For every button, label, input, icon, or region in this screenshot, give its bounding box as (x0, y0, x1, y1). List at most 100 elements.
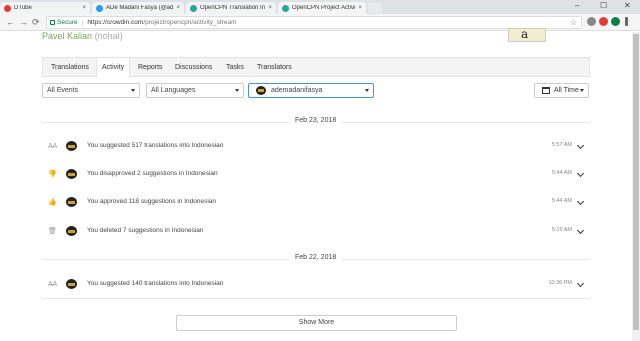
thumbs-down-icon: 👎 (48, 171, 57, 178)
extension-icon[interactable] (587, 17, 596, 26)
translate-icon: A̶A (48, 281, 58, 288)
secure-label: Secure (57, 19, 78, 26)
minimize-icon[interactable]: – (575, 1, 579, 10)
browser-tab-twitter[interactable]: ADe Madani Fasya (@ad... × (92, 2, 184, 14)
events-filter-value: All Events (47, 87, 79, 94)
user-avatar-icon (66, 169, 77, 179)
profile-name: Pavel Kalian (nohal) (42, 31, 123, 41)
new-tab-button[interactable] (368, 3, 382, 13)
chevron-down-icon[interactable] (576, 197, 585, 206)
languages-filter-select[interactable]: All Languages (146, 83, 244, 98)
activity-text: You suggested 517 translations into Indo… (87, 142, 224, 149)
url-host: https://crowdin.com (87, 19, 144, 26)
page-scrollbar[interactable] (632, 32, 640, 341)
extension-icon[interactable] (599, 17, 608, 26)
user-avatar-icon (66, 226, 77, 236)
row-divider (42, 298, 590, 299)
activity-text: You approved 118 suggestions in Indonesi… (87, 198, 217, 205)
activity-time: 5:44 AM (551, 170, 572, 176)
project-nav-tabs: Translations Activity Reports Discussion… (42, 57, 590, 77)
activity-text: You deleted 7 suggestions in Indonesian (87, 227, 204, 234)
close-window-icon[interactable]: ✕ (624, 1, 631, 10)
bookmark-star-icon[interactable]: ☆ (570, 18, 577, 27)
browser-tab-opencpn-activity[interactable]: OpenCPN Project Activit × (278, 2, 366, 14)
forward-icon[interactable]: → (19, 17, 28, 27)
tab-discussions[interactable]: Discussions (170, 58, 217, 77)
dtube-favicon-icon (4, 4, 11, 12)
events-filter-select[interactable]: All Events (42, 83, 140, 98)
chevron-down-icon[interactable] (576, 169, 585, 178)
browser-tab-strip: DTube × ADe Madani Fasya (@ad... × OpenC… (0, 0, 640, 14)
tab-translations[interactable]: Translations (46, 58, 94, 77)
browser-tab-dtube[interactable]: DTube × (0, 2, 90, 14)
calendar-icon (542, 87, 550, 94)
chevron-down-icon (131, 89, 135, 92)
chevron-down-icon (580, 89, 584, 92)
back-icon[interactable]: ← (6, 17, 15, 27)
browser-tab-label: ADe Madani Fasya (@ad... (106, 5, 174, 11)
activity-text: You suggested 140 translations into Indo… (87, 280, 224, 287)
extension-icon[interactable] (611, 17, 620, 26)
chevron-down-icon (365, 89, 369, 92)
url-path: /project/opencpn/activity_stream (143, 19, 237, 26)
browser-tab-label: DTube (14, 5, 32, 11)
activity-row: 👎 You disapproved 2 suggestions in Indon… (42, 168, 590, 182)
activity-time: 10:36 PM (548, 280, 572, 286)
time-filter-button[interactable]: All Time (534, 83, 589, 98)
activity-row: 🗑 You deleted 7 suggestions in Indonesia… (42, 225, 590, 239)
trash-icon: 🗑 (48, 228, 57, 235)
chevron-down-icon[interactable] (576, 226, 585, 235)
languages-filter-value: All Languages (151, 87, 196, 94)
twitter-favicon-icon (96, 4, 103, 12)
activity-time: 5:57 AM (551, 142, 572, 148)
lock-icon (50, 20, 55, 25)
browser-tab-label: OpenCPN Project Activit (292, 5, 356, 11)
date-separator: Feb 22, 2018 (42, 254, 590, 264)
tab-activity[interactable]: Activity (96, 58, 131, 77)
activity-time: 5:15 AM (551, 227, 572, 233)
activity-row: A̶A You suggested 140 translations into … (42, 278, 590, 292)
reload-icon[interactable]: ⟳ (32, 17, 40, 28)
close-tab-icon[interactable]: × (176, 5, 180, 11)
address-bar[interactable]: Secure | https://crowdin.com /project/op… (46, 16, 582, 29)
thumbs-up-icon: 👍 (48, 199, 57, 206)
chevron-down-icon[interactable] (576, 141, 585, 150)
date-label: Feb 22, 2018 (289, 254, 343, 261)
time-filter-value: All Time (554, 87, 579, 94)
crowdin-favicon-icon (282, 4, 289, 12)
user-avatar-icon (66, 197, 77, 207)
tab-reports[interactable]: Reports (133, 58, 168, 77)
translate-icon: A̶A (48, 143, 58, 150)
date-label: Feb 23, 2018 (289, 117, 343, 124)
close-tab-icon[interactable]: × (268, 5, 272, 11)
profile-handle: (nohal) (94, 31, 123, 41)
user-filter-select[interactable]: ademadanifasya (248, 83, 374, 98)
chevron-down-icon[interactable] (576, 279, 585, 288)
menu-icon[interactable] (625, 17, 628, 26)
browser-tab-label: OpenCPN Translation Inc (200, 5, 266, 11)
date-separator: Feb 23, 2018 (42, 117, 590, 127)
chevron-down-icon (235, 89, 239, 92)
page-content: Pavel Kalian (nohal) a Translations Acti… (0, 27, 640, 341)
activity-text: You disapproved 2 suggestions in Indones… (87, 170, 218, 177)
user-avatar-icon (66, 141, 77, 151)
scrollbar-thumb[interactable] (633, 34, 639, 330)
tab-tasks[interactable]: Tasks (221, 58, 249, 77)
close-tab-icon[interactable]: × (358, 5, 362, 11)
activity-row: A̶A You suggested 517 translations into … (42, 140, 590, 154)
url-separator: | (81, 19, 84, 26)
avatar-glyph: a (521, 27, 529, 41)
activity-row: 👍 You approved 118 suggestions in Indone… (42, 196, 590, 210)
tab-translators[interactable]: Translators (252, 58, 297, 77)
browser-tab-opencpn-translation[interactable]: OpenCPN Translation Inc × (186, 2, 276, 14)
activity-time: 5:44 AM (551, 198, 572, 204)
profile-avatar: a (508, 27, 546, 42)
user-avatar-icon (66, 279, 77, 289)
crowdin-favicon-icon (190, 4, 197, 12)
close-tab-icon[interactable]: × (82, 5, 86, 11)
user-filter-value: ademadanifasya (271, 87, 323, 94)
profile-display-name: Pavel Kalian (42, 31, 93, 41)
maximize-icon[interactable]: ☐ (600, 1, 607, 10)
show-more-button[interactable]: Show More (176, 315, 457, 331)
user-avatar-icon (256, 86, 266, 95)
